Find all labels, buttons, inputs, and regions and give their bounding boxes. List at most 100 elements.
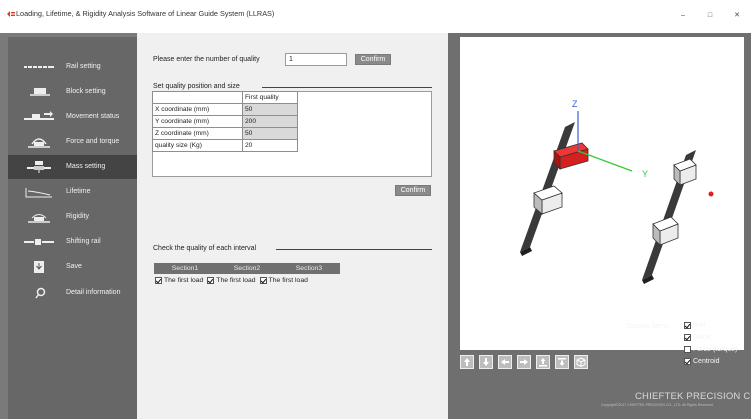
sidebar-item-label: Mass setting: [66, 163, 106, 170]
sidebar-item-label: Block setting: [66, 88, 106, 95]
checkbox-label: The first load: [164, 277, 204, 284]
section3-header: Section3: [295, 265, 323, 272]
force-icon: [28, 138, 50, 148]
arrow-up-icon[interactable]: [460, 355, 474, 369]
row-header: Z coordinate (mm): [152, 127, 243, 140]
checkbox-box[interactable]: [259, 277, 267, 284]
sidebar-item-label: Detail information: [66, 289, 121, 296]
x-coordinate-cell[interactable]: 50: [242, 103, 298, 116]
centroid-marker: [708, 191, 714, 197]
group-divider: [276, 249, 432, 250]
cube-icon[interactable]: [574, 355, 588, 369]
section-header: Section1 Section2 Section3: [154, 263, 340, 274]
checkbox-box[interactable]: [684, 346, 691, 353]
rotate-up-icon[interactable]: [536, 355, 550, 369]
copyright-notice: Copyright©2017 CHIEFTEK PRECISION CO., L…: [601, 403, 714, 407]
company-brand: CHIEFTEK PRECISION CO., LTD.: [635, 391, 751, 402]
sidebar-item-label: Save: [66, 263, 82, 270]
sidebar-item-label: Rail setting: [66, 63, 101, 70]
sidebar-item-label: Rigidity: [66, 213, 89, 220]
close-button[interactable]: ✕: [726, 6, 748, 24]
display-force-checkbox[interactable]: Force (torque): [684, 346, 737, 353]
arrow-left-icon[interactable]: [498, 355, 512, 369]
checkbox-box[interactable]: [684, 334, 691, 341]
display-items-label: Display items: [627, 323, 669, 330]
window-title: Loading, Lifetime, & Rigidity Analysis S…: [16, 9, 275, 18]
sidebar-item-label: Shifting rail: [66, 238, 101, 245]
confirm-quality-count-button[interactable]: Confirm: [355, 54, 391, 65]
sidebar-item-detail-information[interactable]: Detail information: [8, 281, 137, 305]
arrow-right-icon[interactable]: [517, 355, 531, 369]
checkbox-box[interactable]: [684, 358, 691, 365]
axis-z-label: Z: [572, 99, 578, 109]
sidebar-item-force-and-torque[interactable]: Force and torque: [8, 130, 137, 154]
mass-icon: [27, 161, 51, 173]
position-group-title: Set quality position and size: [153, 83, 240, 90]
movement-icon: [24, 111, 54, 120]
lifetime-icon: [25, 188, 52, 198]
mass-setting-form: Please enter the number of quality 1 Con…: [137, 33, 448, 419]
checkbox-label: The first load: [216, 277, 256, 284]
checkbox-box[interactable]: [207, 277, 215, 284]
checkbox-label: Block: [693, 334, 711, 341]
axis-y-label: Y: [642, 169, 648, 179]
display-centroid-checkbox[interactable]: Centroid: [684, 358, 719, 365]
row-header: quality size (Kg): [152, 139, 243, 152]
view-toolbar: [460, 355, 593, 369]
sidebar-item-movement-status[interactable]: Movement status: [8, 105, 137, 129]
maximize-button[interactable]: □: [699, 6, 721, 24]
checkbox-label: Centroid: [693, 358, 720, 365]
table-row: Y coordinate (mm) 200: [152, 115, 298, 128]
interval-group-title: Check the quality of each interval: [153, 245, 257, 252]
sidebar-item-label: Movement status: [66, 113, 120, 120]
sidebar-item-block-setting[interactable]: Block setting: [8, 80, 137, 104]
title-bar: Loading, Lifetime, & Rigidity Analysis S…: [0, 0, 751, 33]
rigidity-icon: [28, 214, 50, 223]
row-header: X coordinate (mm): [152, 103, 243, 116]
display-block-checkbox[interactable]: Block: [684, 334, 710, 341]
checkbox-label: Force (torque): [693, 346, 738, 353]
table-row: X coordinate (mm) 50: [152, 103, 298, 116]
minimize-button[interactable]: –: [672, 6, 694, 24]
quality-count-label: Please enter the number of quality: [153, 56, 260, 63]
confirm-table-button[interactable]: Confirm: [395, 185, 431, 196]
table-corner-cell: [152, 91, 243, 104]
rail-icon: [24, 66, 54, 68]
display-rail-checkbox[interactable]: Rail: [684, 322, 705, 329]
sidebar-nav: Rail setting Block setting Movement stat…: [0, 33, 137, 419]
rotate-down-icon[interactable]: [555, 355, 569, 369]
section3-checkbox[interactable]: The first load: [259, 277, 308, 284]
block-icon: [30, 88, 50, 96]
group-divider: [262, 87, 432, 88]
viewer-panel: Z Y Display items Rail Block Force (torq…: [448, 33, 751, 419]
sidebar-item-lifetime[interactable]: Lifetime: [8, 180, 137, 204]
checkbox-box[interactable]: [155, 277, 162, 284]
z-coordinate-cell[interactable]: 50: [242, 127, 298, 140]
sidebar-item-label: Lifetime: [66, 188, 91, 195]
section2-checkbox[interactable]: The first load: [207, 277, 256, 284]
section1-checkbox[interactable]: The first load: [155, 277, 203, 284]
sidebar-item-rigidity[interactable]: Rigidity: [8, 205, 137, 229]
table-header-row: First quality: [152, 91, 298, 104]
table-row: Z coordinate (mm) 50: [152, 127, 298, 140]
quality-table: First quality X coordinate (mm) 50 Y coo…: [152, 91, 298, 152]
section1-header: Section1: [171, 265, 199, 272]
arrow-down-icon[interactable]: [479, 355, 493, 369]
column-header-first-quality: First quality: [242, 91, 298, 104]
checkbox-box[interactable]: [684, 322, 691, 329]
sidebar-item-mass-setting[interactable]: Mass setting: [8, 155, 137, 179]
quality-size-cell[interactable]: 20: [242, 139, 298, 152]
app-logo-icon: [7, 11, 15, 17]
row-header: Y coordinate (mm): [152, 115, 243, 128]
left-rail-assembly: Z Y: [520, 99, 648, 256]
3d-viewport[interactable]: Z Y: [460, 37, 744, 350]
sidebar-item-save[interactable]: Save: [8, 255, 137, 279]
section-checks: The first load The first load The first …: [155, 277, 312, 284]
sidebar-item-shifting-rail[interactable]: Shifting rail: [8, 230, 137, 254]
checkbox-label: The first load: [268, 277, 308, 284]
y-coordinate-cell[interactable]: 200: [242, 115, 298, 128]
quality-count-input[interactable]: 1: [285, 53, 347, 66]
table-row: quality size (Kg) 20: [152, 139, 298, 152]
sidebar-item-rail-setting[interactable]: Rail setting: [8, 55, 137, 79]
search-icon: [35, 287, 46, 299]
